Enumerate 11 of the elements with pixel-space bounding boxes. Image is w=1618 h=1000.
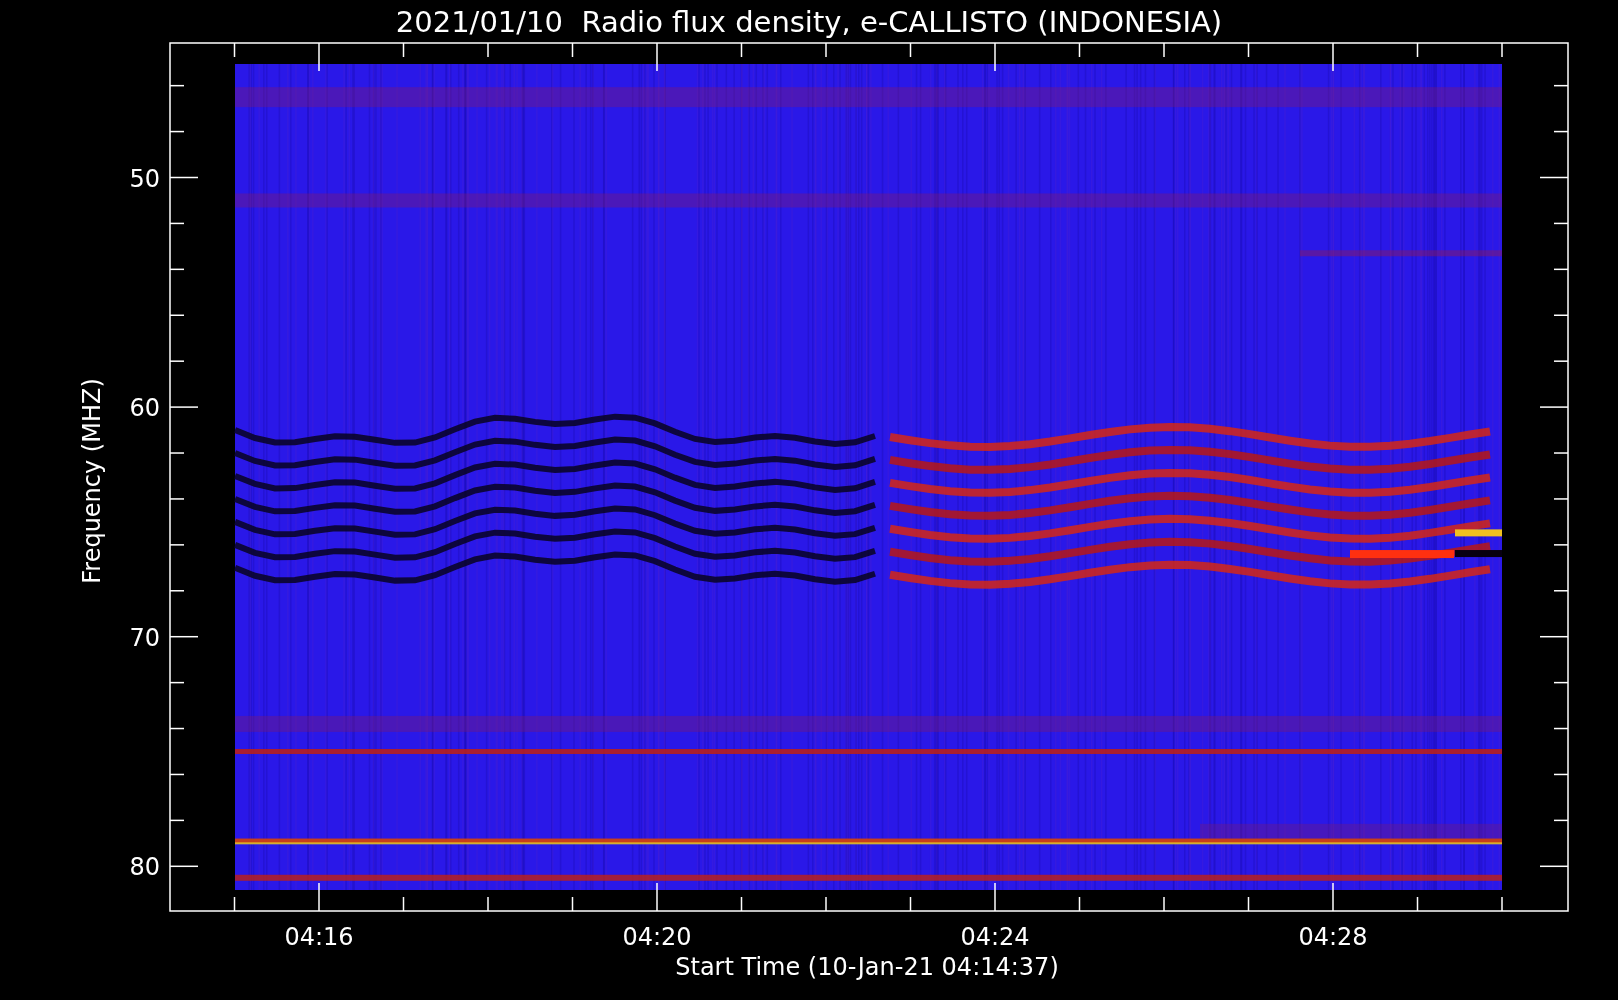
chart-title: 2021/01/10 Radio flux density, e-CALLISTO (INDONESIA) — [395, 5, 1223, 39]
x-tick-label: 04:24 — [960, 923, 1030, 951]
x-tick-label: 04:16 — [284, 923, 354, 951]
x-tick-label: 04:28 — [1298, 923, 1368, 951]
y-tick-label: 50 — [129, 164, 160, 193]
y-tick-label: 60 — [129, 394, 160, 423]
x-axis-label: Start Time (10-Jan-21 04:14:37) — [675, 953, 1059, 981]
y-axis-label: Frequency (MHZ) — [78, 378, 106, 584]
y-tick-label: 70 — [129, 623, 160, 652]
x-tick-label: 04:20 — [622, 923, 692, 951]
y-tick-label: 80 — [129, 853, 160, 882]
